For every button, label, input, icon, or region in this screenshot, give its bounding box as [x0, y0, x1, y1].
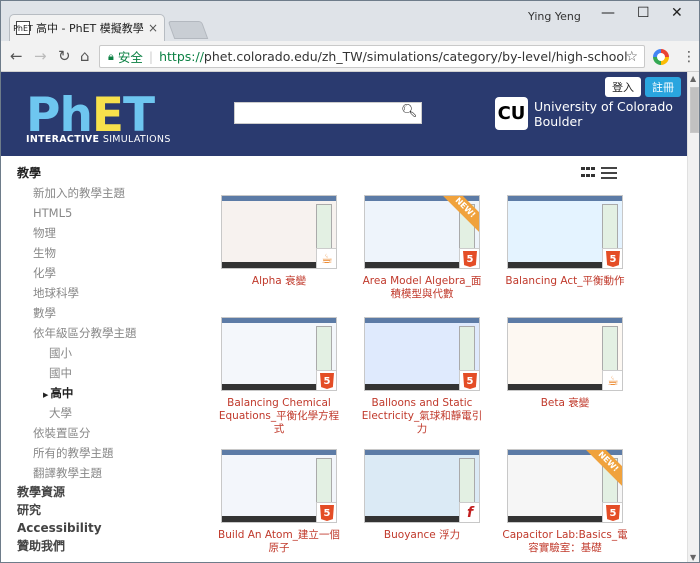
html5-icon: 5: [602, 502, 622, 522]
simulation-thumbnail[interactable]: ☕: [221, 195, 337, 269]
back-icon[interactable]: ←: [10, 47, 23, 65]
site-header: PhET INTERACTIVE SIMULATIONS 🔍︎ CU Unive…: [1, 72, 687, 156]
address-bar[interactable]: 🔒︎ 安全 | https:// phet.colorado.edu/zh_TW…: [99, 45, 645, 68]
phet-logo-subtitle: INTERACTIVE SIMULATIONS: [26, 134, 171, 145]
simulation-title[interactable]: Buoyance 浮力: [358, 529, 486, 542]
sidebar-item-by-device[interactable]: 依裝置區分: [17, 423, 187, 443]
simulation-thumbnail[interactable]: 5: [507, 195, 623, 269]
url-separator: |: [148, 49, 154, 64]
html5-icon: 5: [459, 248, 479, 268]
search-input[interactable]: 🔍︎: [234, 102, 422, 124]
simulation-title[interactable]: Balancing Act_平衡動作: [501, 275, 629, 288]
html5-icon: 5: [316, 502, 336, 522]
sidebar-item-math[interactable]: 數學: [17, 303, 187, 323]
lock-icon: 🔒︎: [108, 49, 114, 63]
tab-title: 高中 - PhET 模擬教學: [36, 22, 144, 35]
sidebar-heading-accessibility[interactable]: Accessibility: [17, 519, 187, 537]
new-tab-button[interactable]: [167, 21, 209, 39]
page-scrollbar[interactable]: ▲ ▼: [687, 72, 699, 562]
chrome-extension-icon[interactable]: [653, 49, 669, 65]
java-icon: ☕: [316, 248, 336, 268]
search-icon[interactable]: 🔍︎: [401, 104, 419, 122]
sidebar-heading-resources[interactable]: 教學資源: [17, 483, 187, 501]
secure-label: 安全: [117, 50, 143, 65]
close-window-icon[interactable]: ✕: [671, 5, 683, 21]
minimize-icon[interactable]: —: [601, 5, 615, 21]
sidebar-heading-donate[interactable]: 贊助我們: [17, 537, 187, 555]
simulation-title[interactable]: Area Model Algebra_面積模型與代數: [358, 275, 486, 301]
simulation-thumbnail[interactable]: NEW! 5: [364, 195, 480, 269]
html5-icon: 5: [459, 370, 479, 390]
sidebar-level-high-school[interactable]: ▶ 高中: [17, 383, 187, 403]
flash-icon: f: [459, 502, 479, 522]
browser-window: PhET 高中 - PhET 模擬教學 × Ying Yeng — ☐ ✕ ← …: [0, 0, 700, 563]
view-toggle: [581, 167, 617, 179]
sidebar-level-middle[interactable]: 國中: [17, 363, 187, 383]
simulation-title[interactable]: Balancing Chemical Equations_平衡化學方程式: [215, 397, 343, 436]
sidebar-item-biology[interactable]: 生物: [17, 243, 187, 263]
simulation-thumbnail[interactable]: 5: [364, 317, 480, 391]
java-icon: ☕: [602, 370, 622, 390]
simulation-thumbnail[interactable]: 5: [221, 449, 337, 523]
simulation-thumbnail[interactable]: f: [364, 449, 480, 523]
html5-icon: 5: [602, 248, 622, 268]
sidebar-item-chemistry[interactable]: 化學: [17, 263, 187, 283]
url-text: phet.colorado.edu/zh_TW/simulations/cate…: [203, 49, 628, 64]
active-arrow-icon: ▶: [43, 391, 49, 399]
sidebar-level-elementary[interactable]: 國小: [17, 343, 187, 363]
sidebar-item-translated[interactable]: 翻譯教學主題: [17, 463, 187, 483]
simulation-thumbnail[interactable]: 5: [221, 317, 337, 391]
sidebar-item-by-grade[interactable]: 依年級區分教學主題: [17, 323, 187, 343]
reload-icon[interactable]: ↻: [58, 47, 71, 65]
grid-view-icon[interactable]: [581, 167, 595, 179]
sidebar-item-new[interactable]: 新加入的教學主題: [17, 183, 187, 203]
scroll-down-icon[interactable]: ▼: [690, 553, 696, 562]
browser-tab[interactable]: PhET 高中 - PhET 模擬教學 ×: [9, 14, 165, 41]
forward-icon[interactable]: →: [34, 47, 47, 65]
browser-menu-icon[interactable]: ⋮: [682, 49, 696, 65]
browser-toolbar: ← → ↻ ⌂ 🔒︎ 安全 | https:// phet.colorado.e…: [1, 41, 699, 72]
simulation-title[interactable]: Capacitor Lab:Basics_電容實驗室：基礎: [501, 529, 629, 555]
maximize-icon[interactable]: ☐: [637, 5, 650, 21]
home-icon[interactable]: ⌂: [80, 47, 90, 65]
tab-close-icon[interactable]: ×: [148, 21, 158, 35]
register-button[interactable]: 註冊: [645, 77, 681, 97]
sidebar-level-university[interactable]: 大學: [17, 403, 187, 423]
sidebar-item-all[interactable]: 所有的教學主題: [17, 443, 187, 463]
scroll-up-icon[interactable]: ▲: [690, 74, 696, 83]
sidebar-item-html5[interactable]: HTML5: [17, 203, 187, 223]
list-view-icon[interactable]: [601, 167, 617, 179]
phet-favicon: PhET: [13, 21, 33, 35]
sidebar-heading-research[interactable]: 研究: [17, 501, 187, 519]
simulation-thumbnail[interactable]: NEW! 5: [507, 449, 623, 523]
html5-icon: 5: [316, 370, 336, 390]
bookmark-star-icon[interactable]: ☆: [625, 49, 638, 65]
cu-mark-icon: CU: [495, 97, 528, 130]
simulation-title[interactable]: Balloons and Static Electricity_氣球和靜電引力: [358, 397, 486, 436]
sidebar-item-earth-science[interactable]: 地球科學: [17, 283, 187, 303]
title-bar: PhET 高中 - PhET 模擬教學 × Ying Yeng — ☐ ✕: [1, 1, 699, 41]
university-campus: Boulder: [534, 113, 583, 129]
sidebar-nav: 教學 新加入的教學主題 HTML5 物理 生物 化學 地球科學 數學 依年級區分…: [17, 163, 187, 555]
simulation-title[interactable]: Alpha 衰變: [215, 275, 343, 288]
sidebar-item-physics[interactable]: 物理: [17, 223, 187, 243]
simulation-title[interactable]: Beta 衰變: [501, 397, 629, 410]
phet-logo[interactable]: PhET: [26, 92, 155, 139]
simulation-title[interactable]: Build An Atom_建立一個原子: [215, 529, 343, 555]
login-button[interactable]: 登入: [605, 77, 641, 97]
simulation-thumbnail[interactable]: ☕: [507, 317, 623, 391]
university-name: University of Colorado: [534, 98, 673, 114]
cu-boulder-logo[interactable]: CU University of Colorado Boulder: [495, 97, 673, 130]
sidebar-heading-teaching[interactable]: 教學: [17, 163, 187, 183]
url-scheme: https://: [159, 49, 204, 64]
scroll-thumb[interactable]: [690, 87, 699, 133]
profile-name[interactable]: Ying Yeng: [528, 10, 581, 23]
